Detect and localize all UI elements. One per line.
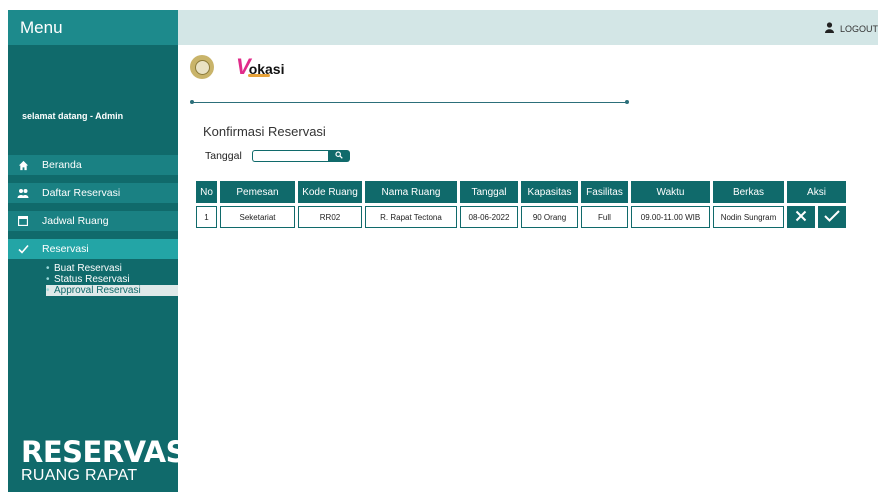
col-header-no: No — [196, 181, 217, 203]
submenu-approval-reservasi[interactable]: Approval Reservasi — [46, 285, 178, 296]
logout-button[interactable]: LOGOUT — [824, 22, 878, 35]
search-button[interactable] — [327, 150, 350, 162]
col-header-berkas: Berkas — [713, 181, 784, 203]
menu-title: Menu — [20, 17, 63, 37]
sidebar-item-beranda[interactable]: Beranda — [8, 155, 178, 175]
date-input[interactable] — [251, 150, 328, 162]
sidebar-item-label: Beranda — [42, 159, 82, 171]
cell-berkas[interactable]: Nodin Sungram — [713, 206, 784, 228]
reservation-table: No Pemesan Kode Ruang Nama Ruang Tanggal… — [193, 178, 849, 231]
cell-nama-ruang: R. Rapat Tectona — [365, 206, 457, 228]
sidebar-item-jadwal-ruang[interactable]: Jadwal Ruang — [8, 211, 178, 231]
cell-pemesan: Seketariat — [220, 206, 295, 228]
col-header-kode-ruang: Kode Ruang — [298, 181, 362, 203]
menu-header: Menu — [8, 10, 178, 45]
date-filter: Tanggal — [205, 150, 350, 162]
col-header-aksi: Aksi — [787, 181, 846, 203]
top-bar: LOGOUT — [178, 10, 878, 45]
check-icon — [824, 210, 840, 224]
sidebar-item-label: Daftar Reservasi — [42, 187, 121, 199]
sidebar-item-label: Jadwal Ruang — [42, 215, 109, 227]
cell-kapasitas: 90 Orang — [521, 206, 578, 228]
sidebar-nav: Beranda Daftar Reservasi Jadwal Ruang Re… — [8, 155, 178, 296]
col-header-nama-ruang: Nama Ruang — [365, 181, 457, 203]
users-icon — [17, 187, 29, 199]
sidebar-item-daftar-reservasi[interactable]: Daftar Reservasi — [8, 183, 178, 203]
calendar-icon — [17, 215, 29, 227]
user-icon — [824, 22, 834, 35]
cell-tanggal: 08-06-2022 — [460, 206, 518, 228]
col-header-kapasitas: Kapasitas — [521, 181, 578, 203]
cell-no: 1 — [196, 206, 217, 228]
cell-fasilitas: Full — [581, 206, 628, 228]
submenu-status-reservasi[interactable]: Status Reservasi — [46, 274, 178, 285]
reservasi-submenu: Buat Reservasi Status Reservasi Approval… — [8, 263, 178, 296]
check-icon — [17, 243, 29, 255]
sidebar-item-label: Reservasi — [42, 243, 89, 255]
table-header-row: No Pemesan Kode Ruang Nama Ruang Tanggal… — [196, 181, 846, 203]
col-header-waktu: Waktu — [631, 181, 710, 203]
home-icon — [17, 159, 29, 171]
col-header-fasilitas: Fasilitas — [581, 181, 628, 203]
table-row: 1 Seketariat RR02 R. Rapat Tectona 08-06… — [196, 206, 846, 228]
cell-waktu: 09.00-11.00 WIB — [631, 206, 710, 228]
vokasi-logo: Vokasi — [236, 54, 285, 79]
search-icon — [335, 150, 343, 162]
cell-kode-ruang: RR02 — [298, 206, 362, 228]
brand-title: RESERVASI — [21, 435, 197, 469]
logout-label: LOGOUT — [839, 23, 878, 34]
col-header-pemesan: Pemesan — [220, 181, 295, 203]
filter-label: Tanggal — [205, 150, 242, 162]
brand-subtitle: RUANG RAPAT — [21, 467, 138, 484]
reject-button[interactable] — [787, 206, 815, 228]
approve-button[interactable] — [818, 206, 846, 228]
submenu-buat-reservasi[interactable]: Buat Reservasi — [46, 263, 178, 274]
sidebar: Menu selamat datang - Admin Beranda Daft… — [8, 10, 197, 492]
divider — [190, 100, 629, 104]
cell-aksi — [787, 206, 846, 228]
col-header-tanggal: Tanggal — [460, 181, 518, 203]
page-title: Konfirmasi Reservasi — [203, 124, 326, 139]
welcome-text: selamat datang - Admin — [22, 111, 124, 121]
logo-area: Vokasi — [190, 54, 285, 80]
university-seal-logo — [190, 55, 214, 79]
close-icon — [795, 210, 807, 224]
brand-logo: RESERVASI RUANG RAPAT — [21, 435, 197, 484]
sidebar-item-reservasi[interactable]: Reservasi — [8, 239, 178, 259]
